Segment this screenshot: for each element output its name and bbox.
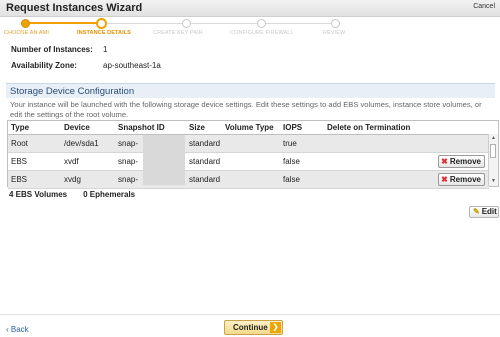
volume-counts: 4 EBS Volumes 0 Ephemerals: [9, 190, 135, 199]
step-dot-firewall: [257, 19, 266, 28]
cell-delete: ✖ Remove: [324, 170, 489, 189]
remove-button[interactable]: ✖ Remove: [438, 155, 485, 168]
zone-label: Availability Zone:: [11, 61, 77, 70]
step-label-firewall: CONFIGURE FIREWALL: [230, 30, 294, 36]
cell-type: Root: [8, 134, 61, 153]
scroll-down-arrow-icon[interactable]: ▼: [489, 177, 498, 186]
remove-x-icon: ✖: [441, 175, 448, 184]
cell-delete: ✖ Remove: [324, 152, 489, 171]
instances-label: Number of Instances:: [11, 45, 93, 54]
remove-button[interactable]: ✖ Remove: [438, 173, 485, 186]
storage-table-container: Type Device Snapshot ID Size Volume Type…: [7, 120, 499, 189]
pencil-icon: ✎: [473, 207, 480, 216]
step-label-instance-details: INSTANCE DETAILS: [77, 30, 131, 36]
col-iops: IOPS: [280, 121, 324, 135]
storage-table: Type Device Snapshot ID Size Volume Type…: [8, 121, 489, 189]
remove-label: Remove: [449, 175, 481, 184]
edit-button[interactable]: ✎ Edit: [469, 206, 499, 218]
continue-label: Continue: [233, 323, 268, 332]
continue-button[interactable]: Continue ❯: [224, 320, 283, 335]
storage-section-header: Storage Device Configuration: [6, 83, 495, 98]
wizard-title-bar: Request Instances Wizard Cancel: [0, 0, 500, 17]
instance-summary: Number of Instances: 1 Availability Zone:…: [11, 45, 161, 77]
table-scrollbar[interactable]: ▲ ▼: [488, 134, 498, 186]
ephemeral-count: 0 Ephemerals: [83, 190, 136, 199]
col-volume-type: Volume Type: [222, 121, 280, 135]
cell-device: xvdf: [61, 152, 115, 171]
step-label-choose-ami: CHOOSE AN AMI: [4, 30, 50, 36]
redacted-snapshot-ids: [143, 135, 185, 185]
wizard-progress: CHOOSE AN AMI INSTANCE DETAILS CREATE KE…: [0, 17, 500, 40]
storage-heading: Storage Device Configuration: [10, 86, 135, 97]
edit-label: Edit: [481, 207, 497, 216]
step-dot-choose-ami: [21, 19, 30, 28]
col-delete-on-termination: Delete on Termination: [324, 121, 489, 135]
ebs-volume-count: 4 EBS Volumes: [9, 190, 68, 199]
step-label-key-pair: CREATE KEY PAIR: [153, 30, 203, 36]
col-type: Type: [8, 121, 61, 135]
col-snapshot: Snapshot ID: [115, 121, 186, 135]
step-dot-instance-details: [96, 18, 107, 29]
cell-iops: false: [280, 170, 324, 189]
instances-value: 1: [103, 45, 108, 54]
progress-track-done: [26, 22, 102, 24]
wizard-footer: ‹ Back Continue ❯: [0, 314, 500, 337]
cell-size: standard: [186, 170, 222, 189]
step-label-review: REVIEW: [323, 30, 346, 36]
cancel-link[interactable]: Cancel: [473, 3, 495, 10]
cell-iops: false: [280, 152, 324, 171]
zone-value: ap-southeast-1a: [103, 61, 161, 70]
storage-description: Your instance will be launched with the …: [10, 100, 482, 119]
cell-device: /dev/sda1: [61, 134, 115, 153]
scroll-thumb[interactable]: [490, 144, 496, 158]
cell-delete: [324, 134, 489, 153]
col-device: Device: [61, 121, 115, 135]
cell-size: standard: [186, 152, 222, 171]
cell-size: standard: [186, 134, 222, 153]
table-row[interactable]: Root /dev/sda1 snap- standard true: [8, 134, 489, 153]
table-row[interactable]: EBS xvdf snap- standard false ✖ Remove: [8, 152, 489, 171]
cell-volume-type: [222, 152, 280, 171]
cell-volume-type: [222, 134, 280, 153]
wizard-title: Request Instances Wizard: [6, 2, 143, 14]
cell-device: xvdg: [61, 170, 115, 189]
step-dot-review: [331, 19, 340, 28]
cell-volume-type: [222, 170, 280, 189]
table-row[interactable]: EBS xvdg snap- standard false ✖ Remove: [8, 170, 489, 189]
continue-arrow-icon: ❯: [270, 322, 281, 333]
step-dot-key-pair: [182, 19, 191, 28]
cell-type: EBS: [8, 170, 61, 189]
remove-x-icon: ✖: [441, 157, 448, 166]
cell-type: EBS: [8, 152, 61, 171]
remove-label: Remove: [449, 157, 481, 166]
table-header-row: Type Device Snapshot ID Size Volume Type…: [8, 121, 489, 135]
scroll-up-arrow-icon[interactable]: ▲: [489, 134, 498, 143]
col-size: Size: [186, 121, 222, 135]
back-label: Back: [10, 325, 29, 334]
cell-iops: true: [280, 134, 324, 153]
back-link[interactable]: ‹ Back: [6, 325, 29, 334]
